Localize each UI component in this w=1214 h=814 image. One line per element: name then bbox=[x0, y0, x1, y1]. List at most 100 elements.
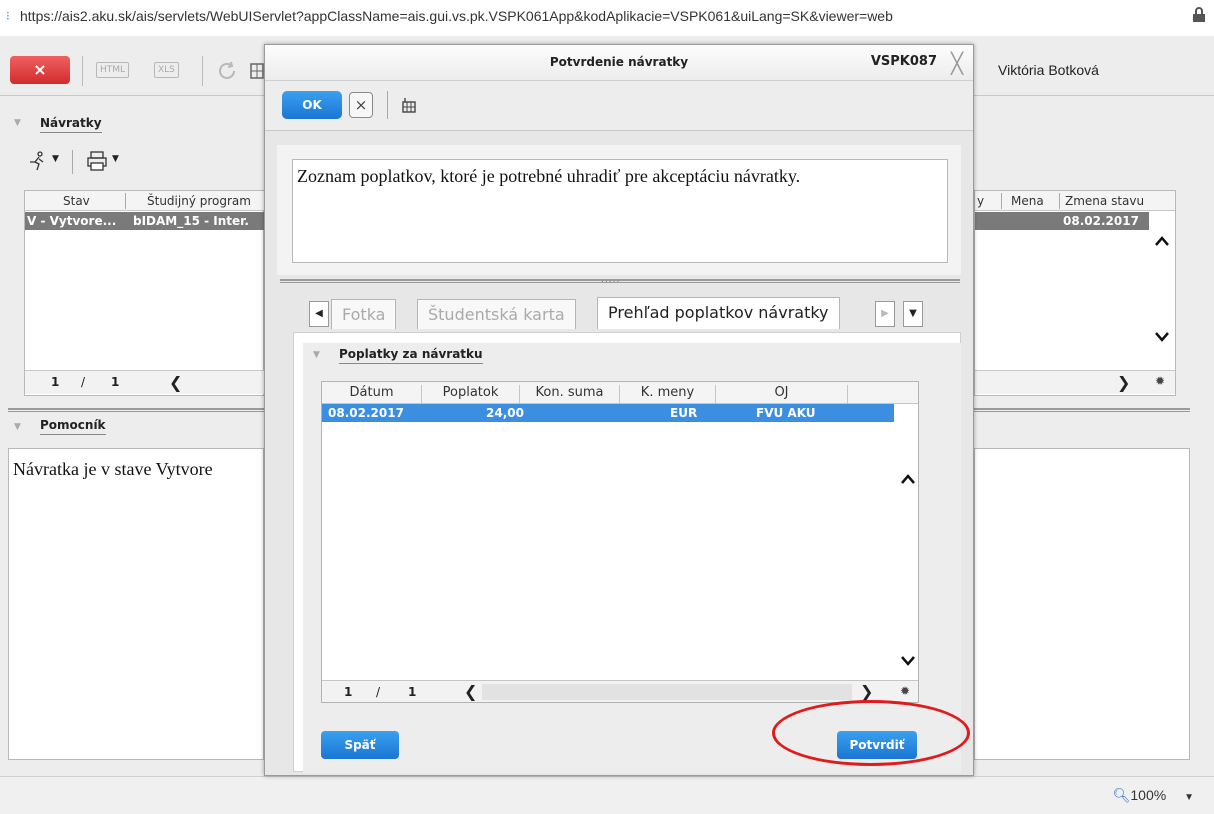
print-icon[interactable] bbox=[86, 150, 108, 172]
user-name[interactable]: Viktória Botková bbox=[998, 62, 1099, 78]
lock-icon bbox=[1193, 7, 1205, 22]
column-divider bbox=[1059, 193, 1060, 209]
caret-down-icon: ▼ bbox=[909, 308, 917, 319]
back-button[interactable]: Späť bbox=[321, 731, 399, 759]
address-bar: ⁝ https://ais2.aku.sk/ais/servlets/WebUI… bbox=[0, 0, 1214, 36]
navratky-grid-header-right: y Mena Zmena stavu bbox=[975, 191, 1175, 211]
dialog-title: Potvrdenie návratky bbox=[549, 55, 689, 69]
scroll-down-icon[interactable] bbox=[1154, 330, 1170, 344]
column-header-k-meny[interactable]: K. meny bbox=[620, 385, 716, 403]
fee-panel-title: Poplatky za návratku bbox=[339, 347, 483, 364]
column-header-poplatok[interactable]: Poplatok bbox=[422, 385, 520, 403]
dialog-code: VSPK087 bbox=[870, 54, 937, 69]
highlight-ellipse bbox=[772, 700, 970, 766]
collapse-triangle-icon[interactable]: ▼ bbox=[14, 422, 21, 432]
cell-zmena-stavu: 08.02.2017 bbox=[1063, 214, 1139, 228]
description-box: Zoznam poplatkov, ktoré je potrebné uhra… bbox=[292, 159, 948, 263]
zoom-level[interactable]: 🔍︎100% ▼ bbox=[1113, 787, 1194, 804]
pomocnik-section-title: Pomocník bbox=[40, 418, 106, 435]
table-row[interactable]: V - Vytvore... bIDAM_15 - Inter. bbox=[25, 212, 264, 230]
collapse-triangle-icon[interactable]: ▼ bbox=[14, 118, 21, 128]
grid-layout-icon[interactable] bbox=[401, 97, 417, 115]
table-row[interactable]: 08.02.2017 bbox=[975, 212, 1149, 230]
scroll-up-icon[interactable] bbox=[900, 472, 916, 486]
cell-stav: V - Vytvore... bbox=[27, 214, 117, 228]
ok-button[interactable]: OK bbox=[282, 91, 342, 119]
close-app-button[interactable]: × bbox=[10, 56, 70, 84]
section-splitter[interactable] bbox=[974, 408, 1190, 412]
cell-poplatok: 24,00 bbox=[486, 406, 524, 420]
cell-datum: 08.02.2017 bbox=[328, 406, 404, 420]
tab-list-dropdown[interactable]: ▼ bbox=[903, 301, 923, 327]
cancel-button[interactable]: × bbox=[349, 92, 373, 118]
fee-table: Dátum Poplatok Kon. suma K. meny OJ 08.0… bbox=[321, 381, 919, 703]
url-text[interactable]: https://ais2.aku.sk/ais/servlets/WebUISe… bbox=[20, 8, 893, 24]
toolbar-divider bbox=[72, 150, 73, 174]
description-text: Zoznam poplatkov, ktoré je potrebné uhra… bbox=[297, 166, 801, 186]
navratky-grid-header: Stav Študijný program bbox=[25, 191, 264, 211]
pager-separator: / bbox=[81, 375, 86, 389]
splitter-grip[interactable]: ..... bbox=[601, 275, 620, 285]
horizontal-scrollbar[interactable] bbox=[482, 684, 852, 700]
scroll-right-icon[interactable]: ❯ bbox=[860, 682, 873, 701]
scroll-down-icon[interactable] bbox=[900, 654, 916, 668]
pomocnik-text-area-right bbox=[974, 448, 1190, 760]
refresh-icon[interactable] bbox=[216, 60, 238, 82]
tab-scroll-right-button[interactable]: ▶ bbox=[875, 301, 895, 327]
collapse-triangle-icon[interactable]: ▼ bbox=[313, 350, 320, 360]
column-header-oj[interactable]: OJ bbox=[716, 385, 848, 403]
column-divider bbox=[125, 193, 126, 209]
column-header-kon-suma[interactable]: Kon. suma bbox=[520, 385, 620, 403]
scroll-right-icon[interactable]: ❯ bbox=[1117, 373, 1130, 392]
dialog-title-bar: Potvrdenie návratky VSPK087 ╳ bbox=[265, 45, 973, 81]
section-splitter[interactable] bbox=[8, 408, 264, 412]
fee-table-header: Dátum Poplatok Kon. suma K. meny OJ bbox=[322, 382, 918, 404]
dialog-close-icon[interactable]: ╳ bbox=[951, 51, 963, 75]
cell-program: bIDAM_15 - Inter. bbox=[133, 214, 249, 228]
chevron-down-icon[interactable]: ▼ bbox=[52, 154, 59, 164]
cell-oj: FVU AKU bbox=[756, 406, 816, 420]
column-header-partial[interactable]: y bbox=[977, 194, 984, 208]
grid-layout-icon[interactable] bbox=[250, 62, 264, 80]
navratky-pager: 1 / 1 ❮ bbox=[25, 370, 264, 394]
page-info-icon[interactable]: ⁝ bbox=[6, 9, 10, 23]
pager-current[interactable]: 1 bbox=[51, 375, 59, 389]
column-divider bbox=[1001, 193, 1002, 209]
scroll-left-icon[interactable]: ❮ bbox=[464, 682, 477, 701]
tab-prehlad-poplatkov[interactable]: Prehľad poplatkov návratky bbox=[597, 297, 840, 329]
pager-total: 1 bbox=[111, 375, 120, 389]
navratky-section-title: Návratky bbox=[40, 116, 102, 133]
toolbar-divider bbox=[387, 91, 388, 119]
scroll-left-icon[interactable]: ❮ bbox=[169, 373, 182, 392]
column-header-stav[interactable]: Stav bbox=[63, 194, 90, 208]
scroll-up-icon[interactable] bbox=[1154, 234, 1170, 248]
tab-studentska-karta[interactable]: Študentská karta bbox=[417, 299, 576, 329]
column-header-zmena-stavu[interactable]: Zmena stavu bbox=[1065, 194, 1144, 208]
toolbar-divider bbox=[82, 56, 83, 86]
tab-scroll-left-button[interactable]: ◀ bbox=[309, 301, 329, 327]
fee-pager: 1 / 1 ❮ ❯ ✹ bbox=[322, 680, 918, 702]
table-row[interactable]: 08.02.2017 24,00 EUR FVU AKU bbox=[322, 404, 894, 422]
pager-current[interactable]: 1 bbox=[344, 685, 352, 699]
settings-gear-icon[interactable]: ✹ bbox=[900, 684, 910, 698]
pager-separator: / bbox=[376, 685, 381, 699]
column-header-mena[interactable]: Mena bbox=[1011, 194, 1044, 208]
chevron-down-icon[interactable]: ▼ bbox=[1184, 792, 1194, 803]
pomocnik-text-area: Návratka je v stave Vytvore bbox=[8, 448, 264, 760]
pomocnik-text: Návratka je v stave Vytvore bbox=[13, 459, 213, 479]
toolbar-divider bbox=[202, 56, 203, 86]
chevron-down-icon[interactable]: ▼ bbox=[112, 154, 119, 164]
cell-k-meny: EUR bbox=[670, 406, 698, 420]
column-header-program[interactable]: Študijný program bbox=[147, 194, 251, 208]
run-action-icon[interactable] bbox=[26, 150, 48, 172]
pager-total: 1 bbox=[408, 685, 417, 699]
zoom-value: 100% bbox=[1130, 787, 1167, 803]
column-header-datum[interactable]: Dátum bbox=[322, 385, 422, 403]
zoom-icon: 🔍︎ bbox=[1112, 787, 1131, 803]
settings-gear-icon[interactable]: ✹ bbox=[1155, 374, 1165, 388]
xls-export-button[interactable]: XLS bbox=[154, 62, 179, 78]
dialog-toolbar: OK × bbox=[265, 81, 973, 131]
caret-right-icon: ▶ bbox=[881, 308, 889, 319]
tab-fotka[interactable]: Fotka bbox=[331, 299, 397, 329]
html-export-button[interactable]: HTML bbox=[96, 62, 130, 78]
